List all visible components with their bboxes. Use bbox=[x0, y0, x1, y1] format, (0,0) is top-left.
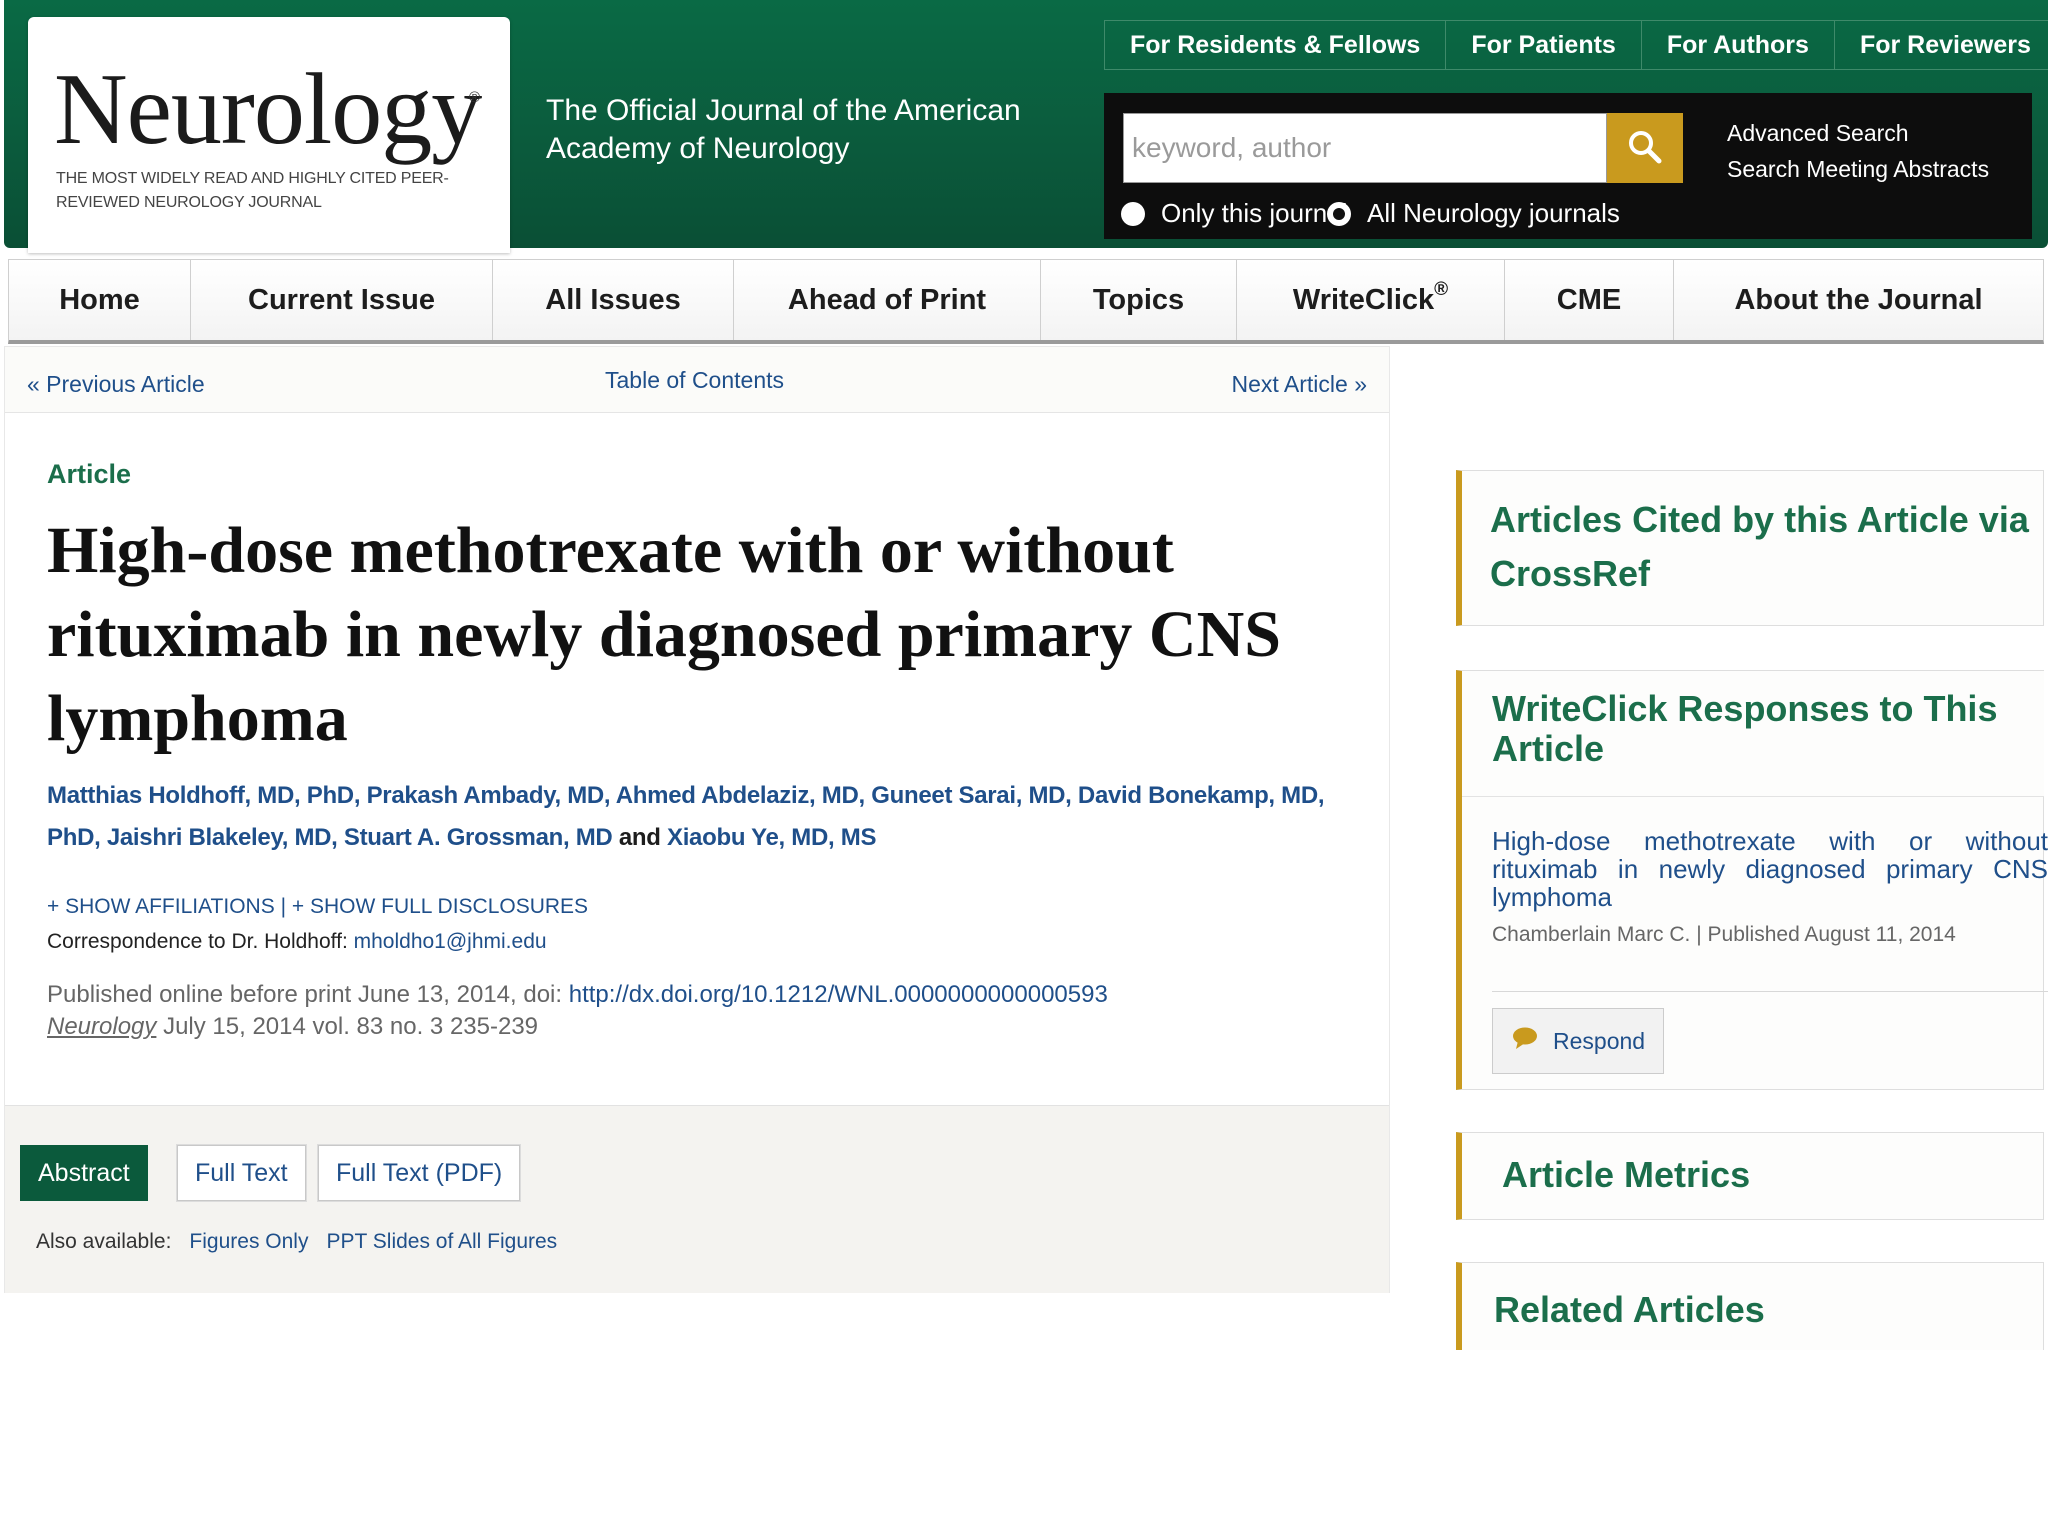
link-residents-fellows[interactable]: For Residents & Fellows bbox=[1105, 21, 1447, 69]
nav-writeclick-reg: ® bbox=[1434, 279, 1449, 300]
link-reviewers[interactable]: For Reviewers bbox=[1835, 21, 2048, 69]
article-metrics-heading[interactable]: Article Metrics bbox=[1502, 1148, 1750, 1202]
previous-article-link[interactable]: « Previous Article bbox=[27, 371, 205, 398]
page-bottom-area bbox=[0, 1350, 2048, 1536]
logo-registered-mark: ® bbox=[469, 89, 481, 106]
abstract-tab[interactable]: Abstract bbox=[20, 1145, 148, 1201]
also-available-label: Also available: bbox=[36, 1230, 172, 1253]
author-list: Matthias Holdhoff, MD, PhD, Prakash Amba… bbox=[47, 775, 1367, 859]
table-of-contents-link[interactable]: Table of Contents bbox=[605, 367, 784, 394]
radio-all-label: All Neurology journals bbox=[1367, 198, 1620, 228]
ppt-slides-link[interactable]: PPT Slides of All Figures bbox=[326, 1230, 557, 1253]
correspondence: Correspondence to Dr. Holdhoff: mholdho1… bbox=[47, 930, 547, 954]
correspondence-label: Correspondence to Dr. Holdhoff: bbox=[47, 930, 354, 953]
nav-writeclick[interactable]: WriteClick ® bbox=[1237, 260, 1505, 340]
advanced-search-link[interactable]: Advanced Search bbox=[1727, 115, 1989, 151]
radio-only-this-label: Only this journal bbox=[1161, 198, 1348, 228]
nav-writeclick-label: WriteClick bbox=[1292, 283, 1435, 316]
search-button[interactable] bbox=[1607, 113, 1683, 183]
writeclick-box-header: WriteClick Responses to This Article bbox=[1462, 671, 2044, 797]
search-icon bbox=[1627, 129, 1663, 168]
radio-unchecked-icon[interactable] bbox=[1121, 201, 1145, 226]
divider bbox=[1492, 991, 2048, 992]
author-last[interactable]: Xiaobu Ye, MD, MS bbox=[667, 824, 876, 851]
search-extra-links: Advanced Search Search Meeting Abstracts bbox=[1727, 115, 1989, 187]
main-nav: Home Current Issue All Issues Ahead of P… bbox=[8, 259, 2044, 344]
article-metrics-box: Article Metrics bbox=[1456, 1132, 2044, 1220]
full-text-pdf-tab[interactable]: Full Text (PDF) bbox=[318, 1145, 521, 1201]
citation: July 15, 2014 vol. 83 no. 3 235-239 bbox=[156, 1013, 539, 1040]
radio-all-neurology-journals[interactable]: All Neurology journals bbox=[1327, 198, 1620, 229]
writeclick-heading[interactable]: WriteClick Responses to This Article bbox=[1492, 689, 2032, 769]
full-text-tab[interactable]: Full Text bbox=[177, 1145, 306, 1201]
journal-description: The Official Journal of the American Aca… bbox=[546, 94, 1021, 165]
nav-ahead-of-print[interactable]: Ahead of Print bbox=[734, 260, 1041, 340]
journal-name: Neurology bbox=[47, 1013, 157, 1040]
nav-home[interactable]: Home bbox=[9, 260, 191, 340]
article-type: Article bbox=[47, 459, 132, 489]
cited-by-heading[interactable]: Articles Cited by this Article via Cross… bbox=[1490, 493, 2048, 601]
logo-box[interactable]: Neurology ® The most widely read and hig… bbox=[28, 17, 510, 253]
nav-about-journal[interactable]: About the Journal bbox=[1674, 260, 2043, 340]
also-available: Also available: Figures Only PPT Slides of… bbox=[36, 1230, 557, 1254]
doi-link[interactable]: http://dx.doi.org/10.1212/WNL.0000000000… bbox=[569, 981, 1108, 1008]
logo-tagline: The most widely read and highly cited pe… bbox=[56, 170, 449, 211]
related-articles-box: Related Articles bbox=[1456, 1262, 2044, 1350]
publication-info: Published online before print June 13, 2… bbox=[47, 979, 1108, 1043]
nav-all-issues[interactable]: All Issues bbox=[493, 260, 734, 340]
show-separator: | bbox=[274, 895, 292, 918]
nav-cme[interactable]: CME bbox=[1505, 260, 1674, 340]
logo-wordmark[interactable]: Neurology bbox=[54, 59, 482, 161]
radio-only-this-journal[interactable]: Only this journal bbox=[1121, 198, 1347, 229]
cited-by-box: Articles Cited by this Article via Cross… bbox=[1456, 470, 2044, 626]
article-pager: « Previous Article Table of Contents Nex… bbox=[5, 347, 1389, 413]
search-input[interactable] bbox=[1123, 113, 1607, 183]
writeclick-response-meta: Chamberlain Marc C. | Published August 1… bbox=[1492, 923, 1956, 946]
nav-topics[interactable]: Topics bbox=[1041, 260, 1237, 340]
respond-label: Respond bbox=[1553, 1027, 1646, 1054]
show-affiliations-link[interactable]: + SHOW AFFILIATIONS bbox=[47, 895, 275, 918]
site-header: Neurology ® The most widely read and hig… bbox=[4, 0, 2048, 253]
speech-bubble-icon bbox=[1511, 1026, 1539, 1056]
search-panel: Only this journal All Neurology journals… bbox=[1104, 93, 2032, 239]
show-disclosures-link[interactable]: + SHOW FULL DISCLOSURES bbox=[292, 895, 588, 918]
link-authors[interactable]: For Authors bbox=[1642, 21, 1835, 69]
nav-current-issue[interactable]: Current Issue bbox=[191, 260, 493, 340]
authors-and: and bbox=[612, 824, 667, 851]
figures-only-link[interactable]: Figures Only bbox=[189, 1230, 308, 1253]
respond-button[interactable]: Respond bbox=[1492, 1008, 1665, 1074]
published-online: Published online before print June 13, 2… bbox=[47, 981, 569, 1008]
article-tools: Abstract Full Text Full Text (PDF) Also … bbox=[5, 1105, 1389, 1293]
article-title: High-dose methotrexate with or without r… bbox=[47, 514, 1281, 755]
search-meeting-abstracts-link[interactable]: Search Meeting Abstracts bbox=[1727, 151, 1989, 187]
writeclick-box: WriteClick Responses to This Article Hig… bbox=[1456, 670, 2048, 1090]
next-article-link[interactable]: Next Article » bbox=[1232, 371, 1368, 398]
writeclick-response-title[interactable]: High-dose methotrexate with or without r… bbox=[1492, 827, 2048, 911]
radio-checked-icon[interactable] bbox=[1327, 201, 1351, 226]
correspondence-email[interactable]: mholdho1@jhmi.edu bbox=[354, 930, 547, 953]
link-patients[interactable]: For Patients bbox=[1446, 21, 1642, 69]
related-articles-heading[interactable]: Related Articles bbox=[1494, 1283, 1765, 1337]
audience-links: For Residents & Fellows For Patients For… bbox=[1104, 20, 2048, 70]
article-panel: « Previous Article Table of Contents Nex… bbox=[4, 346, 1390, 1293]
show-links: + SHOW AFFILIATIONS | + SHOW FULL DISCLO… bbox=[47, 895, 588, 919]
